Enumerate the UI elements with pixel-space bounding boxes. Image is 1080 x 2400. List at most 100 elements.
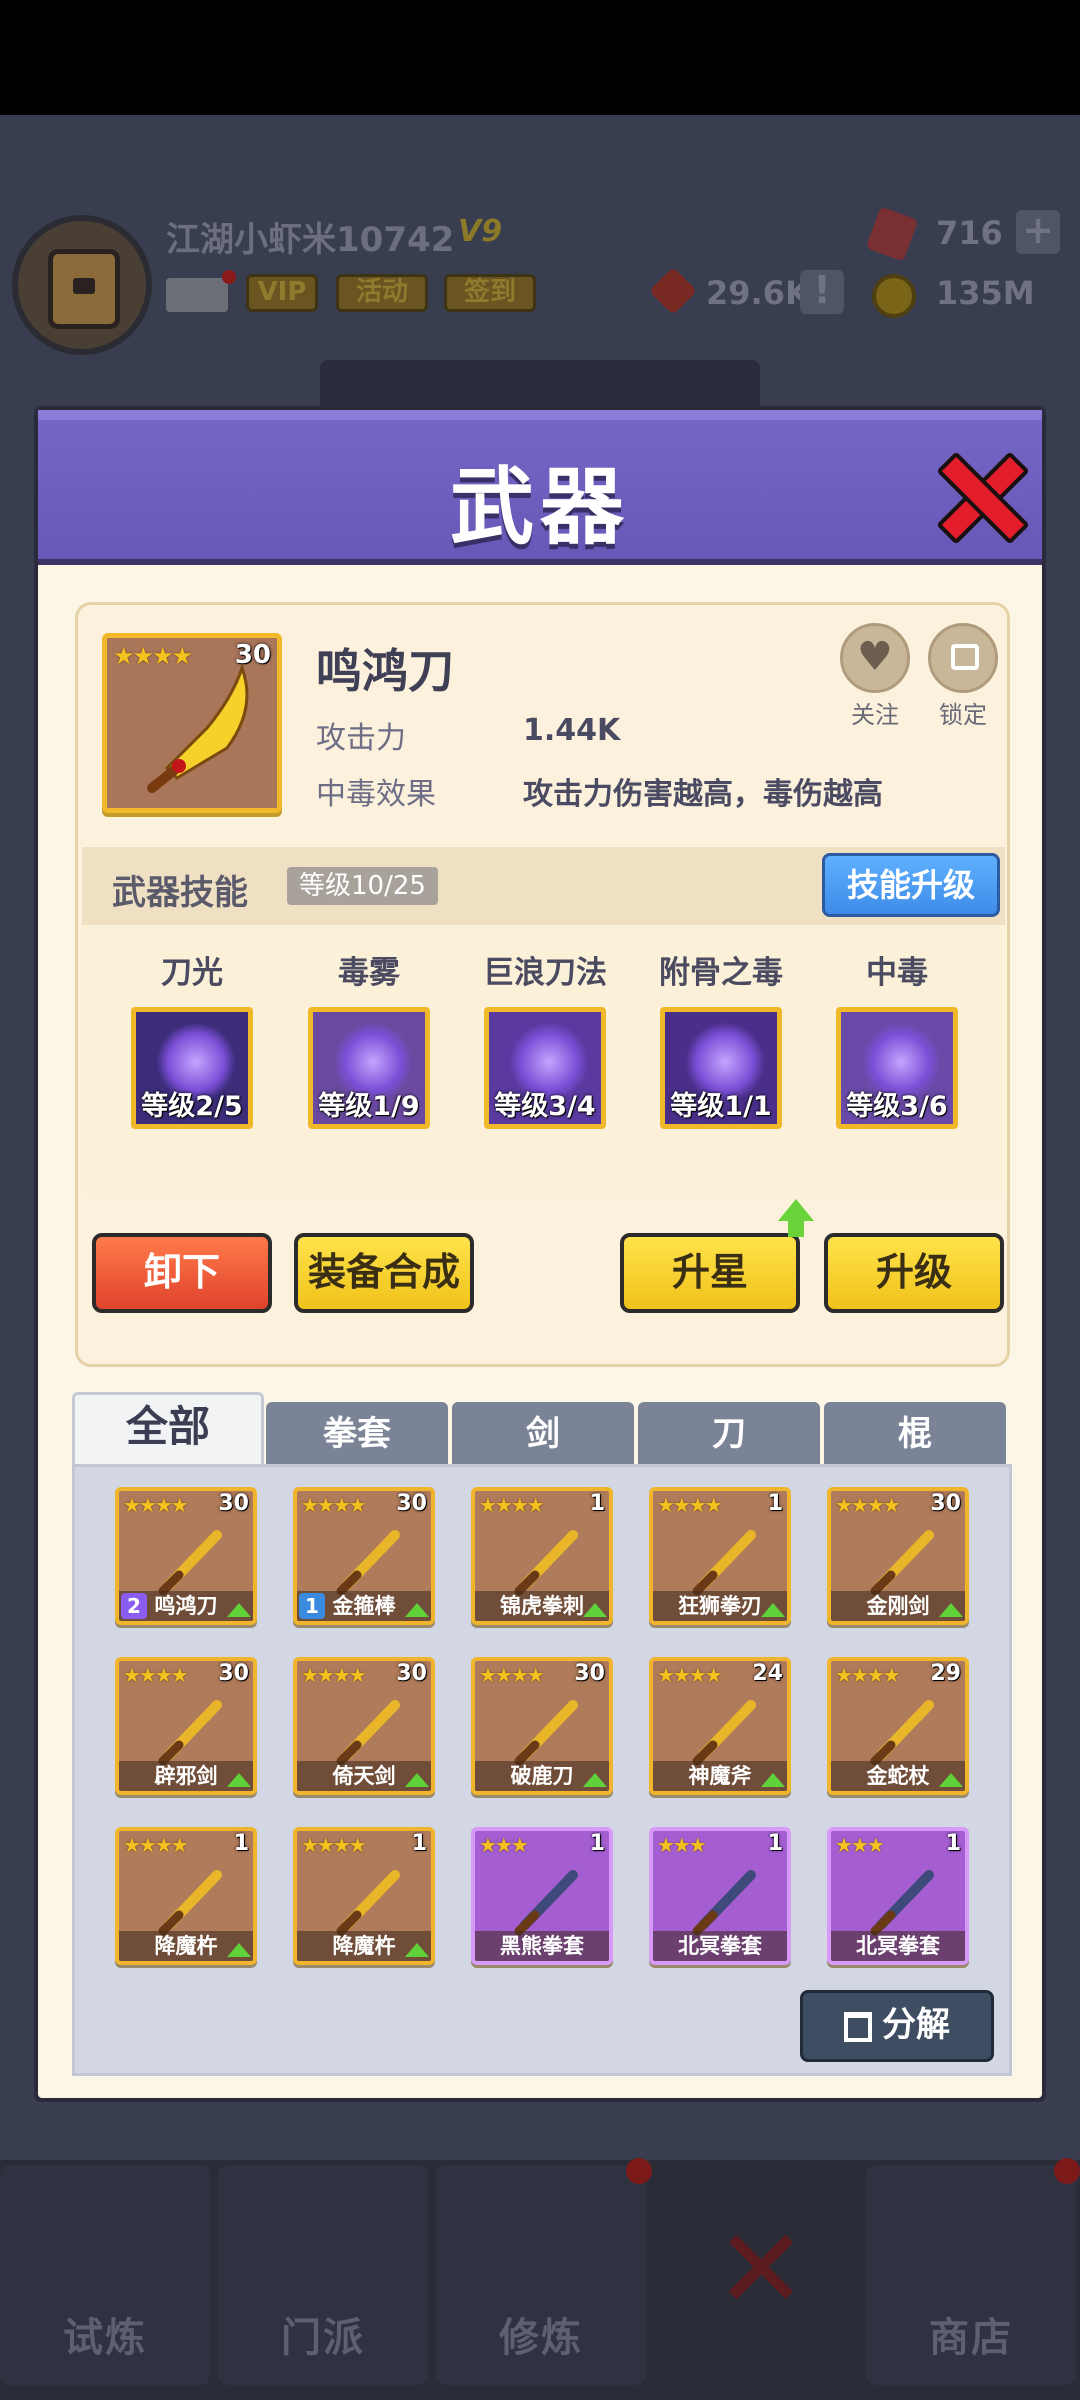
decompose-label: 分解 <box>882 2005 950 2045</box>
skill-name: 巨浪刀法 <box>483 955 607 991</box>
nav-cultivate[interactable]: 修炼 <box>436 2165 646 2385</box>
tab-all[interactable]: 全部 <box>72 1392 264 1466</box>
inventory-item[interactable]: ★★★★ 30 金箍棒 1 <box>293 1487 435 1625</box>
skills-list: 刀光 等级2/5 毒雾 等级1/9 巨浪刀法 等级3/4 附骨之毒 等级1/1 … <box>82 925 1005 1195</box>
decompose-button[interactable]: 分解 <box>800 1990 994 2062</box>
item-level: 29 <box>930 1661 961 1686</box>
skill-icon: 等级3/4 <box>484 1007 606 1129</box>
category-tabs: 全部 拳套 剑 刀 棍 <box>72 1392 1012 1472</box>
weapon-detail-card: ★★★★ 30 鸣鸿刀 攻击力 1.44K 中毒效果 攻击力伤害越高，毒伤越高 … <box>75 602 1010 1367</box>
player-avatar[interactable] <box>12 215 152 355</box>
tab-staffs[interactable]: 棍 <box>824 1402 1006 1466</box>
item-stars: ★★★★ <box>657 1493 723 1517</box>
skill-icon: 等级1/1 <box>660 1007 782 1129</box>
item-stars: ★★★★ <box>835 1493 901 1517</box>
skill-upgrade-button[interactable]: 技能升级 <box>822 853 1000 917</box>
weapon-icon <box>158 1530 222 1596</box>
lock-icon <box>951 644 979 670</box>
skill-name: 中毒 <box>866 955 928 991</box>
power-info-button[interactable]: ! <box>800 270 844 314</box>
upgrade-arrow-icon <box>227 1773 251 1787</box>
nav-trial[interactable]: 试炼 <box>0 2165 210 2385</box>
skill-icon: 等级2/5 <box>131 1007 253 1129</box>
weapon-icon <box>336 1700 400 1766</box>
skill-item[interactable]: 刀光 等级2/5 <box>127 947 257 1129</box>
tab-swords[interactable]: 剑 <box>452 1402 634 1466</box>
add-gems-button[interactable]: + <box>1016 210 1060 254</box>
inventory-item[interactable]: ★★★★ 30 倚天剑 <box>293 1657 435 1795</box>
item-level: 1 <box>945 1831 961 1856</box>
skills-level: 等级10/25 <box>287 867 438 905</box>
skill-item[interactable]: 中毒 等级3/6 <box>832 947 962 1129</box>
item-level: 30 <box>396 1661 427 1686</box>
item-stars: ★★★ <box>657 1833 707 1857</box>
upgrade-arrow-icon <box>939 1773 963 1787</box>
item-stars: ★★★★ <box>301 1493 367 1517</box>
power-value: 29.6K <box>706 274 810 312</box>
status-bar <box>0 0 1080 115</box>
weapon-icon <box>870 1870 934 1936</box>
inventory-item[interactable]: ★★★★ 30 辟邪剑 <box>115 1657 257 1795</box>
skill-level: 等级2/5 <box>141 1091 243 1122</box>
skill-item[interactable]: 毒雾 等级1/9 <box>304 947 434 1129</box>
checkin-button[interactable]: 签到 <box>444 274 536 312</box>
inventory-item[interactable]: ★★★ 1 黑熊拳套 <box>471 1827 613 1965</box>
mail-icon[interactable] <box>166 270 236 312</box>
skill-item[interactable]: 附骨之毒 等级1/1 <box>656 947 786 1129</box>
coin-icon <box>872 274 916 318</box>
item-stars: ★★★★ <box>479 1493 545 1517</box>
lock-label: 锁定 <box>939 701 987 729</box>
skill-name: 刀光 <box>161 955 223 991</box>
item-level: 30 <box>574 1661 605 1686</box>
skills-title: 武器技能 <box>112 873 248 913</box>
follow-button[interactable]: ♥ <box>840 623 910 693</box>
inventory-item[interactable]: ★★★★ 1 锦虎拳刺 <box>471 1487 613 1625</box>
lock-button[interactable] <box>928 623 998 693</box>
inventory-item[interactable]: ★★★★ 1 降魔杵 <box>115 1827 257 1965</box>
weapon-icon[interactable]: ★★★★ 30 <box>102 633 282 813</box>
blade-icon <box>147 663 249 793</box>
item-stars: ★★★★ <box>479 1663 545 1687</box>
item-stars: ★★★★ <box>657 1663 723 1687</box>
tab-blades[interactable]: 刀 <box>638 1402 820 1466</box>
inventory-item[interactable]: ★★★ 1 北冥拳套 <box>649 1827 791 1965</box>
weapon-icon <box>514 1530 578 1596</box>
notification-dot <box>1054 2158 1080 2184</box>
unequip-button[interactable]: 卸下 <box>92 1233 272 1313</box>
item-stars: ★★★★ <box>835 1663 901 1687</box>
skill-name: 附骨之毒 <box>659 955 783 991</box>
inventory-item[interactable]: ★★★★ 1 狂狮拳刃 <box>649 1487 791 1625</box>
inventory-item[interactable]: ★★★★ 30 破鹿刀 <box>471 1657 613 1795</box>
vip-button[interactable]: VIP <box>246 274 318 312</box>
inventory-item[interactable]: ★★★★ 1 降魔杵 <box>293 1827 435 1965</box>
item-stars: ★★★★ <box>301 1663 367 1687</box>
skill-item[interactable]: 巨浪刀法 等级3/4 <box>480 947 610 1129</box>
tab-gauntlets[interactable]: 拳套 <box>266 1402 448 1466</box>
inventory-item[interactable]: ★★★ 1 北冥拳套 <box>827 1827 969 1965</box>
upgrade-arrow-icon <box>761 1773 785 1787</box>
upgrade-arrow-icon <box>583 1603 607 1617</box>
close-button[interactable] <box>931 446 1021 536</box>
attack-label: 攻击力 <box>316 721 406 756</box>
craft-button[interactable]: 装备合成 <box>294 1233 474 1313</box>
events-button[interactable]: 活动 <box>336 274 428 312</box>
nav-equip-icon[interactable]: ✕ <box>715 2205 807 2333</box>
inventory-item[interactable]: ★★★★ 29 金蛇杖 <box>827 1657 969 1795</box>
upgrade-button[interactable]: 升级 <box>824 1233 1004 1313</box>
star-up-button[interactable]: 升星 <box>620 1233 800 1313</box>
inventory-item[interactable]: ★★★★ 30 金刚剑 <box>827 1487 969 1625</box>
skill-name: 毒雾 <box>338 955 400 991</box>
nav-sect[interactable]: 门派 <box>218 2165 428 2385</box>
upgrade-arrow-icon <box>583 1773 607 1787</box>
item-name: 北冥拳套 <box>653 1931 787 1961</box>
weapon-icon <box>870 1700 934 1766</box>
inventory-item[interactable]: ★★★★ 24 神魔斧 <box>649 1657 791 1795</box>
item-stars: ★★★★ <box>301 1833 367 1857</box>
upgrade-arrow-icon <box>405 1773 429 1787</box>
weapon-icon <box>692 1530 756 1596</box>
inventory-item[interactable]: ★★★★ 30 鸣鸿刀 2 <box>115 1487 257 1625</box>
gem-count: 716 <box>936 214 1003 252</box>
nav-shop[interactable]: 商店 <box>866 2165 1076 2385</box>
chest-icon <box>48 249 120 329</box>
upgrade-arrow-icon <box>405 1943 429 1957</box>
